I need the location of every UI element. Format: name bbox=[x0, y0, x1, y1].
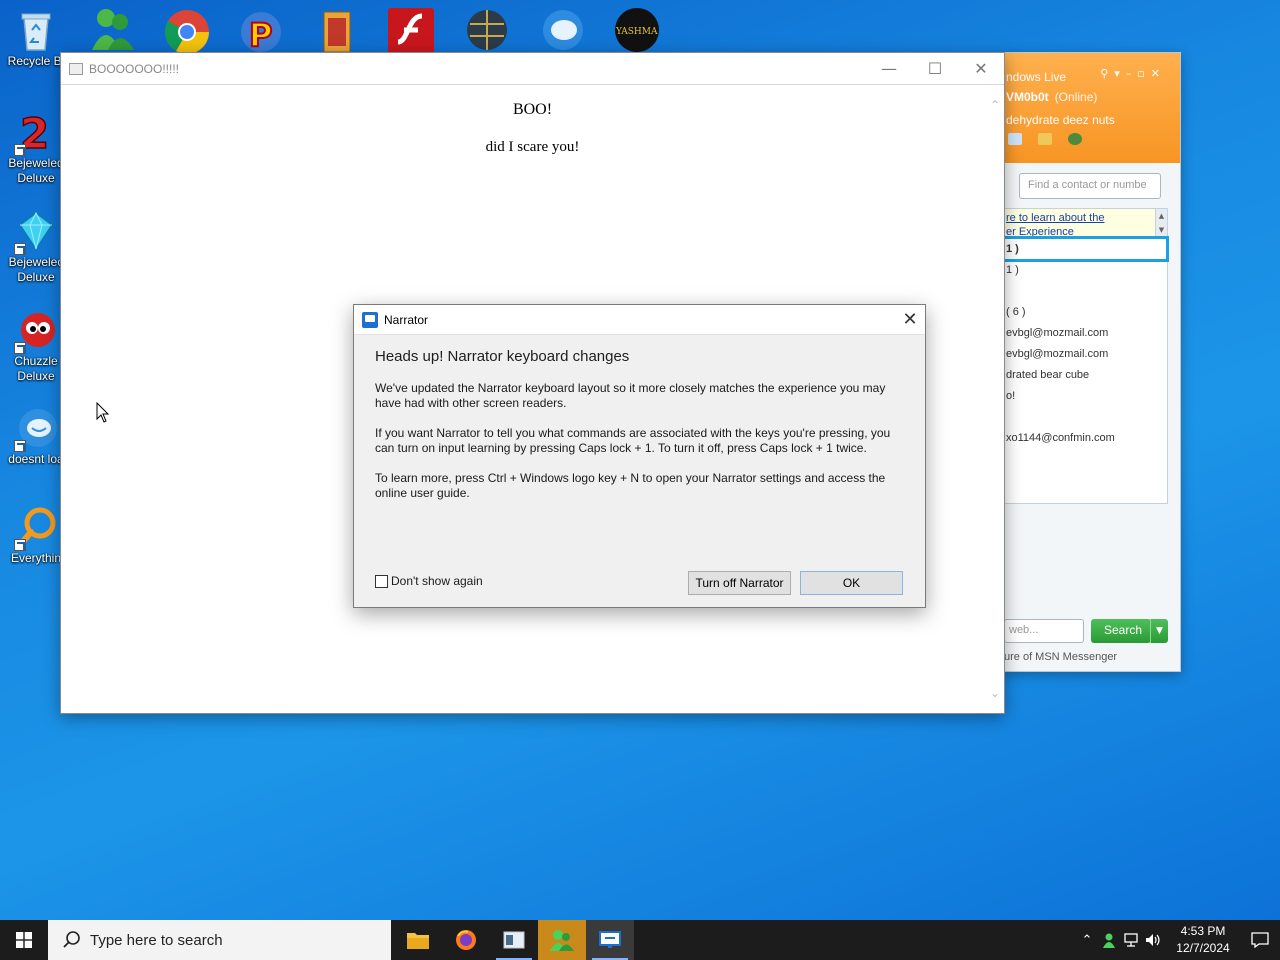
bejeweled2-icon: 2 bbox=[12, 108, 60, 159]
svg-text:P: P bbox=[249, 16, 272, 54]
browser-window-title: BOOOOOOO!!!!! bbox=[89, 61, 180, 76]
narrator-paragraph-1: We've updated the Narrator keyboard layo… bbox=[375, 381, 886, 410]
xbox-icon[interactable] bbox=[1068, 133, 1082, 145]
narrator-close-button[interactable]: ✕ bbox=[895, 305, 925, 335]
everything-search-icon bbox=[12, 503, 60, 551]
clock-time: 4:53 PM bbox=[1180, 924, 1226, 938]
list-item[interactable]: drated bear cube bbox=[1006, 369, 1089, 381]
close-button[interactable]: ✕ bbox=[958, 53, 1004, 85]
checkbox-box[interactable] bbox=[375, 574, 388, 588]
globe-app-icon[interactable] bbox=[462, 4, 512, 54]
search-dropdown-icon[interactable]: ▼ bbox=[1150, 619, 1168, 643]
shortcut-arrow-icon bbox=[14, 342, 26, 354]
peggle-icon[interactable]: P bbox=[236, 4, 286, 55]
messenger-tray-icon[interactable] bbox=[1098, 920, 1120, 960]
banner-link-line1[interactable]: re to learn about the bbox=[1006, 212, 1104, 224]
list-item[interactable]: evbgl@mozmail.com bbox=[1006, 348, 1108, 360]
narrator-app-icon bbox=[599, 931, 621, 948]
banner-scrollbar[interactable]: ▲ ▼ bbox=[1155, 209, 1167, 239]
folder-icon[interactable] bbox=[1038, 133, 1052, 145]
browser-title-bar[interactable]: BOOOOOOO!!!!! — ☐ ✕ bbox=[61, 53, 1004, 85]
checkbox-label: Don't show again bbox=[391, 574, 483, 588]
web-search-input[interactable]: web... bbox=[1004, 619, 1084, 643]
shortcut-arrow-icon bbox=[14, 243, 26, 255]
narrator-paragraph-2: If you want Narrator to tell you what co… bbox=[375, 426, 891, 455]
taskbar-file-explorer[interactable] bbox=[394, 920, 442, 960]
search-icon bbox=[63, 931, 80, 948]
list-item[interactable]: evbgl@mozmail.com bbox=[1006, 327, 1108, 339]
narrator-title-bar[interactable]: Narrator ✕ bbox=[354, 305, 925, 335]
taskbar-messenger[interactable] bbox=[538, 920, 586, 960]
flash-icon[interactable] bbox=[386, 4, 436, 54]
taskbar-clock[interactable]: 4:53 PM 12/7/2024 bbox=[1170, 923, 1236, 957]
narrator-dialog[interactable]: Narrator ✕ Heads up! Narrator keyboard c… bbox=[353, 304, 926, 608]
page-paragraph: did I scare you! bbox=[485, 139, 580, 155]
messenger-footer: ure of MSN Messenger bbox=[1004, 651, 1118, 663]
dont-show-again-checkbox[interactable]: Don't show again bbox=[375, 574, 483, 588]
maximize-button[interactable]: ☐ bbox=[912, 53, 958, 85]
taskbar-search-placeholder: Type here to search bbox=[90, 931, 223, 949]
contact-search-input[interactable]: Find a contact or numbe bbox=[1019, 173, 1161, 199]
chrome-icon[interactable] bbox=[162, 4, 212, 54]
narrator-heading: Heads up! Narrator keyboard changes bbox=[375, 348, 630, 365]
messenger-title: ndows Live bbox=[1006, 70, 1067, 84]
messenger-personal-message[interactable]: dehydrate deez nuts bbox=[1006, 113, 1115, 127]
winamp-icon[interactable] bbox=[312, 4, 362, 54]
turn-off-narrator-button[interactable]: Turn off Narrator bbox=[688, 571, 791, 595]
mouse-cursor-icon bbox=[96, 402, 110, 423]
messenger-status: (Online) bbox=[1054, 90, 1098, 104]
messenger-window[interactable]: ndows Live ⚲▾–▫✕ VM0b0t (Online) dehydrat… bbox=[1003, 52, 1181, 672]
page-heading: BOO! bbox=[512, 101, 553, 118]
start-button[interactable] bbox=[0, 920, 48, 960]
volume-icon[interactable] bbox=[1142, 920, 1164, 960]
taskbar: Type here to search ⌃ 4:53 PM 12/7/2024 bbox=[0, 920, 1280, 960]
taskbar-browser-window[interactable] bbox=[490, 920, 538, 960]
messenger-live-icon[interactable] bbox=[536, 4, 586, 54]
list-item[interactable]: 1 ) bbox=[1006, 264, 1019, 276]
chuzzle-icon bbox=[12, 306, 60, 354]
scroll-up-icon[interactable]: ⌃ bbox=[990, 98, 1000, 113]
web-search-button[interactable]: Search bbox=[1091, 619, 1151, 643]
messenger-user[interactable]: VM0b0t (Online) bbox=[1006, 90, 1097, 104]
info-banner[interactable]: re to learn about the er Experience bbox=[1004, 209, 1167, 239]
shortcut-arrow-icon bbox=[14, 539, 26, 551]
ok-button[interactable]: OK bbox=[800, 571, 903, 595]
yashma-icon[interactable]: YASHMA bbox=[612, 4, 662, 54]
scroll-down-icon[interactable]: ⌄ bbox=[990, 686, 1000, 701]
messenger-window-controls[interactable]: ⚲▾–▫✕ bbox=[1100, 67, 1166, 80]
narrator-app-icon bbox=[362, 311, 378, 328]
yashma-label: YASHMA bbox=[615, 27, 658, 37]
taskbar-search-box[interactable]: Type here to search bbox=[48, 920, 391, 960]
bejeweled-icon bbox=[12, 207, 60, 255]
messenger-bird-icon bbox=[12, 404, 60, 452]
mail-icon[interactable] bbox=[1008, 133, 1022, 145]
messenger-header: ndows Live ⚲▾–▫✕ VM0b0t (Online) dehydrat… bbox=[1004, 53, 1180, 163]
window-app-icon bbox=[503, 931, 525, 949]
taskbar-narrator[interactable] bbox=[586, 920, 634, 960]
msn-buddies-icon[interactable] bbox=[88, 4, 138, 54]
shortcut-arrow-icon bbox=[14, 440, 26, 452]
msn-buddies-icon bbox=[550, 930, 574, 951]
shortcut-arrow-icon bbox=[14, 144, 26, 156]
list-item[interactable]: xo1144@confmin.com bbox=[1006, 432, 1115, 444]
list-item[interactable]: ( 6 ) bbox=[1006, 306, 1026, 318]
firefox-icon bbox=[456, 930, 476, 950]
folder-icon bbox=[407, 933, 429, 949]
minimize-button[interactable]: — bbox=[866, 53, 912, 85]
clock-date: 12/7/2024 bbox=[1176, 941, 1230, 955]
list-item[interactable]: o! bbox=[1006, 390, 1015, 402]
messenger-user-name: VM0b0t bbox=[1006, 90, 1049, 104]
narrator-paragraph-3: To learn more, press Ctrl + Windows logo… bbox=[375, 471, 886, 500]
recycle-bin-icon bbox=[12, 6, 60, 54]
windows-logo-icon bbox=[16, 932, 32, 948]
taskbar-firefox[interactable] bbox=[442, 920, 490, 960]
window-app-icon bbox=[69, 62, 83, 75]
narrator-dialog-title: Narrator bbox=[384, 312, 429, 327]
network-icon[interactable] bbox=[1120, 920, 1142, 960]
notification-center-icon[interactable] bbox=[1240, 920, 1280, 960]
system-tray: ⌃ 4:53 PM 12/7/2024 bbox=[1076, 920, 1280, 960]
chevron-up-icon[interactable]: ⌃ bbox=[1076, 920, 1098, 960]
messenger-toolbar bbox=[1008, 133, 1082, 145]
